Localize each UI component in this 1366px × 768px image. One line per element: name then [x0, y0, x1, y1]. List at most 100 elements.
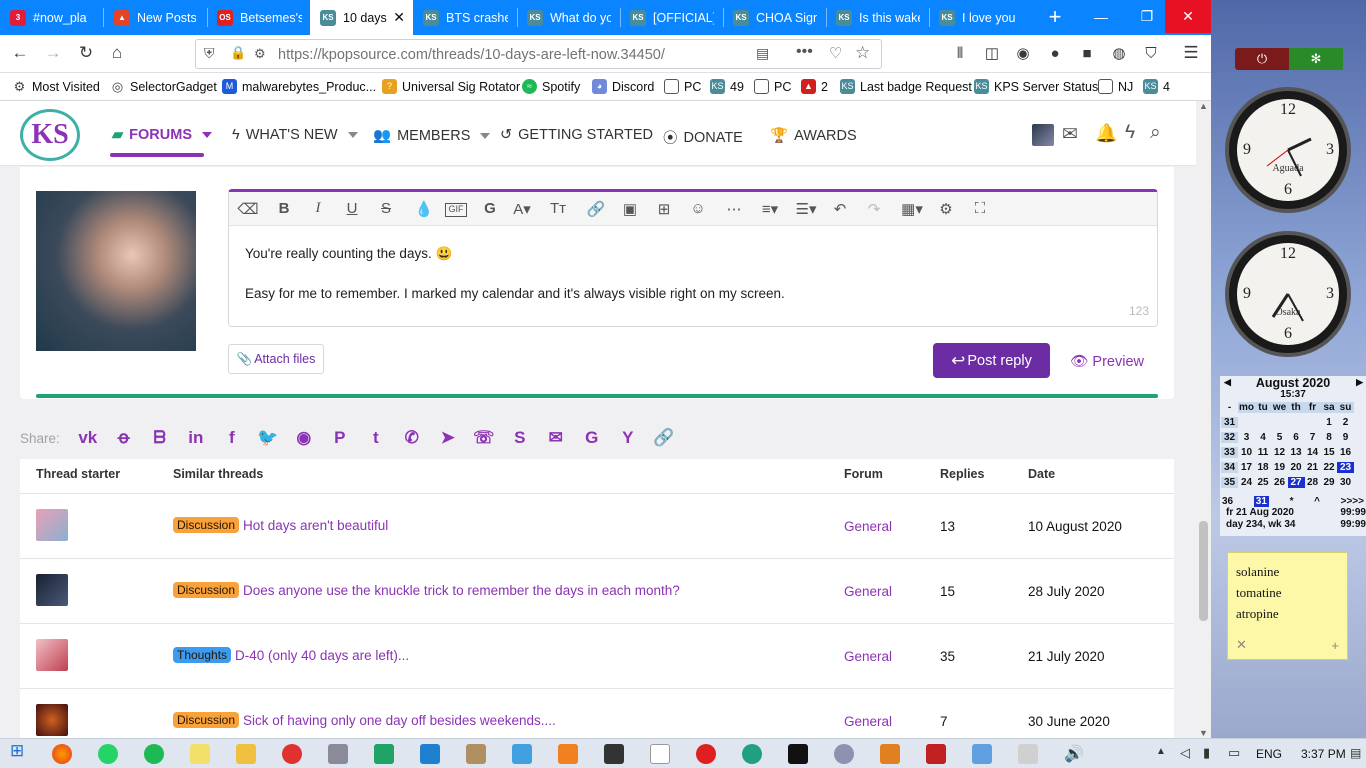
scroll-up-icon[interactable]: ▲	[1199, 101, 1208, 111]
forum-link[interactable]: General	[844, 519, 892, 534]
back-arrow-icon[interactable]: ←	[5, 38, 35, 68]
calendar-cell[interactable]: 20	[1288, 462, 1305, 473]
calendar-cell[interactable]: 30	[1337, 477, 1354, 488]
nav-donate[interactable]: ⦿ DONATE	[663, 127, 743, 148]
calendar-cell[interactable]: 14	[1304, 447, 1321, 458]
undo-icon[interactable]: ↶	[829, 200, 851, 218]
search-icon[interactable]: ⌕	[1150, 122, 1161, 144]
image-icon[interactable]: ▣	[619, 200, 641, 218]
calendar-cell[interactable]: 13	[1288, 447, 1305, 458]
app-icon[interactable]	[926, 744, 946, 764]
sticky-notes-icon[interactable]	[190, 744, 210, 764]
calendar-cell[interactable]: 9	[1337, 432, 1354, 443]
tab-7[interactable]: KS CHOA Sign	[723, 0, 825, 35]
app-icon[interactable]	[604, 744, 624, 764]
gif-icon[interactable]: GIF	[445, 203, 467, 217]
strikethrough-icon[interactable]: S	[375, 200, 397, 217]
calendar-cell[interactable]: we	[1271, 402, 1288, 413]
calendar-cell[interactable]: 17	[1238, 462, 1255, 473]
app-icon[interactable]	[834, 744, 854, 764]
calendar-cell[interactable]: 34	[1221, 462, 1238, 473]
list-icon[interactable]: ☰▾	[795, 200, 817, 218]
align-icon[interactable]: ≡▾	[759, 200, 781, 218]
bookmark-49[interactable]: KS 49	[710, 79, 744, 94]
underline-icon[interactable]: U	[341, 200, 363, 217]
table-icon[interactable]: ⊞	[653, 200, 675, 218]
calendar-cell[interactable]: 4	[1255, 432, 1272, 443]
chevron-down-icon[interactable]	[480, 132, 491, 139]
telegram-icon[interactable]: ➤	[430, 428, 466, 448]
home-icon[interactable]: ⌂	[102, 38, 132, 68]
bookmark-2[interactable]: ▲ 2	[801, 79, 828, 94]
calendar-cell[interactable]: 29	[1321, 477, 1338, 488]
chevron-down-icon[interactable]	[202, 132, 212, 138]
tab-9[interactable]: KS I love you	[929, 0, 1031, 35]
calendar-cell[interactable]: 12	[1271, 447, 1288, 458]
extension-icon[interactable]: ■	[1072, 38, 1102, 68]
bookmark-folder-pc-2[interactable]: PC	[754, 79, 791, 94]
table-row[interactable]: Discussion Hot days aren't beautiful Gene…	[20, 493, 1174, 558]
avatar[interactable]	[36, 509, 68, 541]
pinterest-icon[interactable]: P	[322, 428, 358, 448]
battery-icon[interactable]: ▭	[1228, 745, 1240, 761]
user-avatar[interactable]	[1032, 124, 1054, 146]
bookmark-malwarebytes[interactable]: Mmalwarebytes_Produc...	[222, 79, 376, 94]
italic-icon[interactable]: I	[307, 200, 329, 217]
forum-link[interactable]: General	[844, 649, 892, 664]
calendar-cell[interactable]: 22	[1321, 462, 1338, 473]
reader-view-icon[interactable]: ▤	[756, 45, 769, 62]
app-icon[interactable]	[282, 744, 302, 764]
lock-icon[interactable]: 🔒	[230, 45, 246, 61]
prefix-tag[interactable]: Discussion	[173, 517, 240, 533]
bookmark-folder-pc[interactable]: PC	[664, 79, 701, 94]
bookmark-selectorgadget[interactable]: ◎ SelectorGadget	[110, 79, 217, 94]
calendar-cell[interactable]: th	[1287, 402, 1305, 413]
twitter-icon[interactable]: 🐦	[250, 428, 286, 448]
calendar-cell[interactable]: 15	[1321, 447, 1338, 458]
pocket-icon[interactable]: ♡	[829, 44, 842, 62]
app-icon[interactable]	[328, 744, 348, 764]
app-icon[interactable]	[512, 744, 532, 764]
tab-1[interactable]: ▲ New Posts	[104, 0, 204, 35]
close-window-button[interactable]: ✕	[1165, 0, 1211, 33]
chevron-up-icon[interactable]: ▲	[1156, 746, 1166, 757]
bolt-icon[interactable]: ϟ	[1125, 122, 1135, 144]
gmail-icon[interactable]: G	[574, 428, 610, 448]
calendar-cell[interactable]: 31	[1221, 417, 1238, 428]
app-icon[interactable]	[1018, 744, 1038, 764]
firefox-icon[interactable]	[52, 744, 72, 764]
sticky-note-gadget[interactable]: solanine tomatine atropine ✕ +	[1227, 552, 1348, 660]
account-icon[interactable]: ◉	[1008, 38, 1038, 68]
eraser-icon[interactable]: ⌫	[237, 200, 259, 218]
wifi-icon[interactable]: ▮	[1203, 745, 1210, 761]
table-row[interactable]: Discussion Does anyone use the knuckle tr…	[20, 558, 1174, 623]
link-icon[interactable]: 🔗	[646, 428, 682, 448]
reddit-icon[interactable]: ◉	[286, 428, 322, 448]
calendar-cell[interactable]: 18	[1255, 462, 1272, 473]
bookmark-4[interactable]: KS 4	[1143, 79, 1170, 94]
nav-whats-new[interactable]: ϟ WHAT'S NEW	[232, 127, 358, 143]
calendar-cell[interactable]: fr	[1304, 402, 1321, 413]
nav-getting-started[interactable]: ↺ GETTING STARTED	[500, 127, 653, 143]
bold-icon[interactable]: B	[273, 200, 295, 217]
language-indicator[interactable]: ENG	[1256, 747, 1282, 761]
forum-link[interactable]: General	[844, 714, 892, 729]
maximize-button[interactable]: ❐	[1124, 0, 1170, 33]
extension-icon[interactable]: ◍	[1104, 38, 1134, 68]
vk-icon[interactable]: vk	[70, 428, 106, 448]
calendar-cell[interactable]: 28	[1304, 477, 1321, 488]
terminal-icon[interactable]	[788, 744, 808, 764]
post-reply-button[interactable]: ↩ Post reply	[933, 343, 1050, 378]
bookmark-most-visited[interactable]: ⚙ Most Visited	[12, 79, 100, 94]
calendar-cell[interactable]: su	[1337, 402, 1354, 413]
viber-icon[interactable]: ☏	[466, 428, 502, 448]
tab-0[interactable]: 3#now_playi	[0, 0, 95, 35]
document-icon[interactable]	[650, 744, 670, 764]
prefix-tag[interactable]: Thoughts	[173, 647, 232, 663]
permissions-icon[interactable]: ⚙	[254, 46, 266, 62]
whatsapp-icon[interactable]: ✆	[394, 428, 430, 448]
whatsapp-icon[interactable]	[98, 744, 118, 764]
bookmark-spotify[interactable]: ≈ Spotify	[522, 79, 580, 94]
hackernews-icon[interactable]: Y	[610, 428, 646, 448]
redo-icon[interactable]: ↷	[863, 200, 885, 218]
